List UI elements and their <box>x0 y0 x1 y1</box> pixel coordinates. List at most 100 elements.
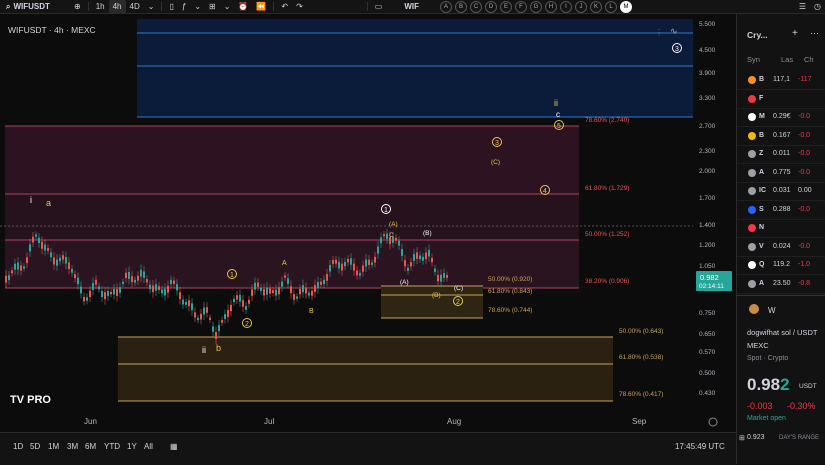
letter-filter-a[interactable]: A <box>440 0 452 13</box>
candle <box>35 234 37 237</box>
range-1d[interactable]: 1D <box>13 442 23 451</box>
candle <box>110 291 112 295</box>
coin-icon <box>748 279 756 288</box>
watchlist-row[interactable]: Z 0.011 -0.0 <box>737 146 825 164</box>
letter-filter-h[interactable]: H <box>545 0 557 13</box>
wave-label: A <box>282 260 287 267</box>
watchlist-row[interactable]: A 0.775 -0.0 <box>737 165 825 183</box>
replay-icon[interactable]: ⏪ <box>252 0 270 13</box>
tradingview-logo: TV PRO <box>10 394 51 406</box>
calendar-icon[interactable]: ▦ <box>170 442 178 451</box>
range-3m[interactable]: 3M <box>67 442 78 451</box>
chart-pane[interactable]: WIFUSDT · 4h · MEXC 78.60% (2.740) 61.80… <box>0 14 736 432</box>
letter-filter-i[interactable]: I <box>560 0 572 13</box>
indicators-icon[interactable]: ƒ <box>178 0 190 13</box>
more-icon[interactable]: ⋯ <box>810 28 819 39</box>
candle <box>161 289 163 294</box>
interval-1h[interactable]: 1h <box>92 0 109 13</box>
price-tick: 1.700 <box>699 195 716 202</box>
interval-dropdown-icon[interactable]: ⌄ <box>144 0 159 13</box>
letter-filter-g[interactable]: G <box>530 0 542 13</box>
settings-icon[interactable] <box>708 417 718 427</box>
watchlist-row[interactable]: S 0.288 -0.0 <box>737 202 825 220</box>
letter-filter-k[interactable]: K <box>590 0 602 13</box>
candle <box>362 265 364 272</box>
redo-icon[interactable]: ↷ <box>292 0 307 13</box>
row-last: 0.167 <box>773 131 791 139</box>
candle <box>56 259 58 266</box>
chevron-down-icon[interactable]: ⌄ <box>190 0 205 13</box>
range-5d[interactable]: 5D <box>30 442 40 451</box>
col-last[interactable]: Las <box>781 55 793 64</box>
divider <box>737 295 825 296</box>
chart-canvas[interactable]: WIFUSDT · 4h · MEXC 78.60% (2.740) 61.80… <box>0 14 736 432</box>
candle <box>395 237 397 241</box>
watchlist-row[interactable]: M 0.29€ -0.0 <box>737 109 825 127</box>
watchlist-row[interactable]: F <box>737 91 825 109</box>
time-label: Jul <box>264 417 274 426</box>
letter-filter-c[interactable]: C <box>470 0 482 13</box>
candle <box>368 259 370 265</box>
wave-label: 2 <box>245 321 249 328</box>
candles-icon[interactable]: ▯ <box>165 0 177 13</box>
candle <box>257 282 259 287</box>
letter-filter-j[interactable]: J <box>575 0 587 13</box>
coin-icon <box>748 131 756 140</box>
expand-icon[interactable]: ⊞ <box>739 434 745 442</box>
watchlist-row[interactable]: B 0.167 -0.0 <box>737 128 825 146</box>
letter-filter-m[interactable]: M <box>620 0 632 13</box>
candle <box>68 262 70 269</box>
watchlist-row[interactable]: N <box>737 220 825 238</box>
letter-filter-l[interactable]: L <box>605 0 617 13</box>
candle <box>5 275 7 283</box>
interval-4d[interactable]: 4D <box>126 0 144 13</box>
candle <box>236 295 238 300</box>
letter-filter-b[interactable]: B <box>455 0 467 13</box>
wave-tool-icon[interactable]: ∿ <box>670 26 678 36</box>
layouts-icon[interactable]: ▭ <box>371 0 387 13</box>
candle <box>197 317 199 321</box>
watchlist-row[interactable]: B 117,1 -117 <box>737 72 825 90</box>
detail-symbol[interactable]: W <box>768 306 776 315</box>
undo-icon[interactable]: ↶ <box>277 0 292 13</box>
range-6m[interactable]: 6M <box>85 442 96 451</box>
add-icon[interactable]: + <box>792 28 798 39</box>
candle <box>95 279 97 285</box>
chevron-down-icon[interactable]: ⌄ <box>220 0 235 13</box>
fib-label: 78.60% (2.740) <box>585 117 629 124</box>
watchlist-title[interactable]: Cry... <box>747 30 768 40</box>
watchlist-row[interactable]: IC 0.031 0.00 <box>737 183 825 201</box>
watch-symbol[interactable]: WIF <box>404 2 419 11</box>
letter-filter-f[interactable]: F <box>515 0 527 13</box>
candle <box>446 275 448 278</box>
price-axis[interactable]: 5.500 4.500 3.900 3.300 2.700 2.300 2.000 1.700… <box>699 21 716 397</box>
price-main: 0.98 <box>747 375 781 394</box>
wave-label: ii <box>202 345 206 355</box>
alert-icon[interactable]: ⏰ <box>234 0 252 13</box>
range-ytd[interactable]: YTD <box>104 442 120 451</box>
candle <box>155 284 157 291</box>
symbol-search[interactable]: ⌕ WIFUSDT <box>0 2 70 12</box>
clock-icon[interactable]: ◷ <box>810 0 825 13</box>
watchlist-icon[interactable]: ☰ <box>795 0 810 13</box>
col-symbol[interactable]: Syn <box>747 55 760 64</box>
price-tick: 1.400 <box>699 222 716 229</box>
candle <box>89 290 91 298</box>
clock-time[interactable]: 17:45:49 UTC <box>675 442 725 451</box>
add-symbol-button[interactable]: ⊕ <box>70 0 85 13</box>
row-symbol: V <box>759 242 764 250</box>
candle <box>356 270 358 276</box>
range-all[interactable]: All <box>144 442 153 451</box>
range-1m[interactable]: 1M <box>48 442 59 451</box>
watchlist-row[interactable]: V 0.024 -0.0 <box>737 239 825 257</box>
letter-filter-e[interactable]: E <box>500 0 512 13</box>
candle <box>185 301 187 305</box>
range-1y[interactable]: 1Y <box>127 442 137 451</box>
col-change[interactable]: Ch <box>804 55 814 64</box>
layout-icon[interactable]: ⊞ <box>205 0 220 13</box>
watchlist-row[interactable]: Q 119.2 -1.0 <box>737 257 825 275</box>
watchlist-row[interactable]: A 23.50 -0.8 <box>737 276 825 294</box>
letter-filter-d[interactable]: D <box>485 0 497 13</box>
drag-handle-icon[interactable]: ⋮ <box>655 28 663 37</box>
interval-4h[interactable]: 4h <box>108 0 126 13</box>
